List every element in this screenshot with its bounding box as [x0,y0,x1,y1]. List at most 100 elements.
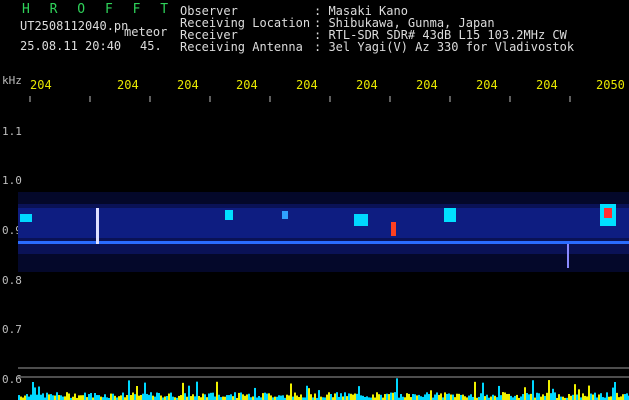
histogram-bar [80,395,82,400]
histogram-bar [120,395,122,400]
histogram-bar [330,394,332,400]
histogram-bar [36,394,38,400]
histogram-bar [310,394,312,400]
histogram-bar [136,385,138,400]
histogram-bar [334,393,336,400]
histogram-bar [146,393,148,400]
histogram-bar [462,394,464,400]
histogram-bar [24,395,26,400]
histogram-bar [34,387,36,400]
histogram-bar [576,394,578,400]
histogram-bar [40,394,42,400]
histogram-bar [190,396,192,400]
histogram-bar [470,394,472,400]
carrier-line [18,241,629,244]
histogram-bar [622,394,624,400]
histogram-bar [326,394,328,400]
histogram-bar [68,393,70,400]
histogram-bar [542,394,544,400]
histogram-bar [420,396,422,400]
histogram-bar [394,392,396,400]
histogram-bar [336,392,338,400]
histogram-bar [154,396,156,400]
histogram-bar [414,394,416,400]
histogram-bar [300,394,302,400]
histogram-bar [282,395,284,400]
histogram-bar [156,392,158,400]
histogram-bar [328,392,330,400]
histogram-bar [318,390,320,400]
histogram-bar [142,393,144,400]
histogram-bar [100,396,102,400]
histogram-bar [366,396,368,400]
histogram-bar [540,396,542,400]
histogram-bar [292,396,294,400]
histogram-bar [614,382,616,400]
histogram-bar [180,395,182,400]
time-label: 204 [296,78,318,92]
histogram-bar [524,387,526,400]
histogram-bar [194,396,196,400]
histogram-bar [606,392,608,400]
histogram-bar [528,394,530,400]
histogram-bar [510,395,512,400]
time-label: 204 [117,78,139,92]
histogram-bar [582,393,584,400]
time-label: 204 [177,78,199,92]
histogram-bar [344,392,346,400]
histogram-bar [514,395,516,400]
histogram-bar [238,392,240,400]
app-title: H R O F F T [22,2,175,17]
histogram-bar [54,395,56,400]
histogram-bar [210,392,212,400]
histogram-bar [246,394,248,400]
histogram-bar [216,381,218,400]
histogram-bar [440,393,442,400]
time-label: 204 [356,78,378,92]
histogram-bar [18,395,20,400]
histogram-bar [396,378,398,400]
histogram-bar [112,393,114,400]
histogram-bar [502,392,504,400]
histogram-bar [386,393,388,400]
info-labels: Observer Receiving Location Receiver Rec… [180,5,310,53]
histogram-bar [274,396,276,400]
histogram-bar [548,380,550,400]
histogram-bar [352,394,354,400]
histogram-bar [28,396,30,400]
histogram-bar [308,388,310,400]
meteor-echo [354,214,368,226]
histogram-bar [290,383,292,400]
histogram-bar [538,393,540,400]
time-label: 2050 [596,78,625,92]
meteor-echo [282,211,288,219]
histogram-bar [104,394,106,400]
histogram-bar [134,394,136,400]
histogram-bar [114,395,116,400]
histogram-bar [570,395,572,400]
histogram-bar [214,396,216,400]
histogram-bar [560,396,562,400]
histogram-bar [456,393,458,400]
histogram-bar [182,382,184,400]
histogram-bar [46,392,48,400]
histogram-bar [314,393,316,400]
histogram-bar [464,396,466,400]
histogram-bar [126,395,128,400]
histogram-bar [222,396,224,400]
histogram-bar [574,384,576,400]
histogram-bar [320,396,322,400]
histogram-bar [490,396,492,400]
histogram-bar [616,392,618,400]
histogram-bar [198,395,200,400]
histogram-bar [270,395,272,400]
histogram-bar [380,394,382,400]
meteor-echo [444,208,456,222]
histogram-bar [494,395,496,400]
histogram-bar [48,394,50,400]
histogram-bar [288,395,290,400]
histogram-bar [372,394,374,400]
histogram-bar [82,395,84,400]
signal-histogram [18,378,629,400]
meteor-echo [391,222,396,236]
